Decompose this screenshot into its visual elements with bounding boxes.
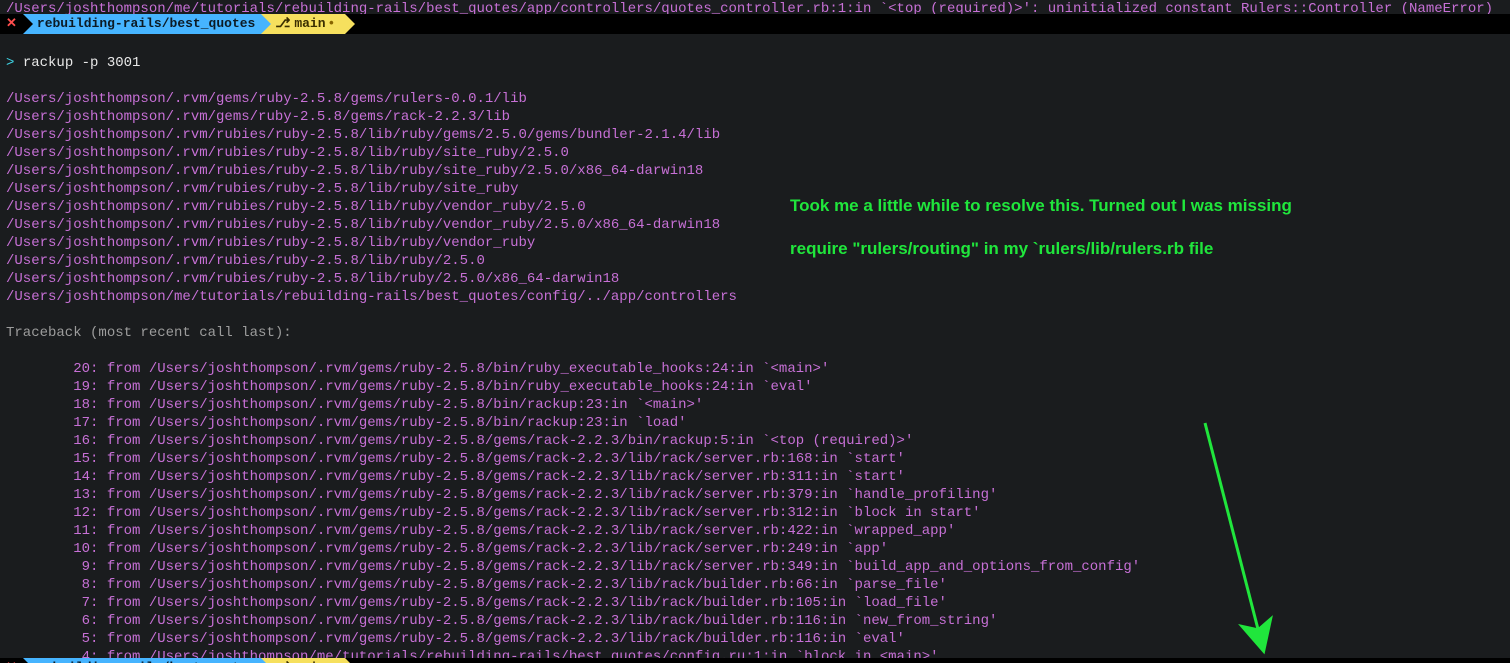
- load-path-line: /Users/joshthompson/.rvm/rubies/ruby-2.5…: [6, 126, 1504, 144]
- traceback-line: 7: from /Users/joshthompson/.rvm/gems/ru…: [6, 594, 1504, 612]
- traceback-line: 5: from /Users/joshthompson/.rvm/gems/ru…: [6, 630, 1504, 648]
- load-path-line: /Users/joshthompson/me/tutorials/rebuild…: [6, 288, 1504, 306]
- tab-path[interactable]: rebuilding-rails/best_quotes: [23, 14, 261, 34]
- tab-git-branch[interactable]: ⎇ main •: [261, 14, 345, 34]
- traceback-line: 16: from /Users/joshthompson/.rvm/gems/r…: [6, 432, 1504, 450]
- traceback-line: 6: from /Users/joshthompson/.rvm/gems/ru…: [6, 612, 1504, 630]
- load-path-line: /Users/joshthompson/.rvm/gems/ruby-2.5.8…: [6, 108, 1504, 126]
- traceback-line: 13: from /Users/joshthompson/.rvm/gems/r…: [6, 486, 1504, 504]
- traceback-line: 18: from /Users/joshthompson/.rvm/gems/r…: [6, 396, 1504, 414]
- traceback-line: 19: from /Users/joshthompson/.rvm/gems/r…: [6, 378, 1504, 396]
- prompt-line: > rackup -p 3001: [6, 54, 1504, 72]
- traceback-line: 12: from /Users/joshthompson/.rvm/gems/r…: [6, 504, 1504, 522]
- load-path-line: /Users/joshthompson/.rvm/rubies/ruby-2.5…: [6, 144, 1504, 162]
- traceback-line: 14: from /Users/joshthompson/.rvm/gems/r…: [6, 468, 1504, 486]
- traceback-line: 17: from /Users/joshthompson/.rvm/gems/r…: [6, 414, 1504, 432]
- traceback-line: 11: from /Users/joshthompson/.rvm/gems/r…: [6, 522, 1504, 540]
- traceback-line: 15: from /Users/joshthompson/.rvm/gems/r…: [6, 450, 1504, 468]
- load-path-line: /Users/joshthompson/.rvm/rubies/ruby-2.5…: [6, 162, 1504, 180]
- traceback-header: Traceback (most recent call last):: [6, 324, 1504, 342]
- git-branch-icon: ⎇: [275, 15, 290, 33]
- traceback-line: 9: from /Users/joshthompson/.rvm/gems/ru…: [6, 558, 1504, 576]
- load-path-line: /Users/joshthompson/.rvm/gems/ruby-2.5.8…: [6, 90, 1504, 108]
- traceback-line: 8: from /Users/joshthompson/.rvm/gems/ru…: [6, 576, 1504, 594]
- traceback-line: 20: from /Users/joshthompson/.rvm/gems/r…: [6, 360, 1504, 378]
- previous-error-line: /Users/joshthompson/me/tutorials/rebuild…: [0, 0, 1510, 14]
- shell-tab-bar-bottom: ✕ rebuilding-rails/best_quotes ⎇main•: [0, 658, 1510, 663]
- close-tab-button[interactable]: ✕: [0, 14, 23, 34]
- close-icon: ✕: [6, 15, 17, 33]
- annotation-text: Took me a little while to resolve this. …: [790, 195, 1292, 259]
- dirty-indicator-icon: •: [328, 15, 336, 33]
- load-path-line: /Users/joshthompson/.rvm/rubies/ruby-2.5…: [6, 270, 1504, 288]
- traceback-line: 10: from /Users/joshthompson/.rvm/gems/r…: [6, 540, 1504, 558]
- shell-tab-bar: ✕ rebuilding-rails/best_quotes ⎇ main •: [0, 14, 1510, 34]
- terminal-output[interactable]: > rackup -p 3001 /Users/joshthompson/.rv…: [0, 34, 1510, 663]
